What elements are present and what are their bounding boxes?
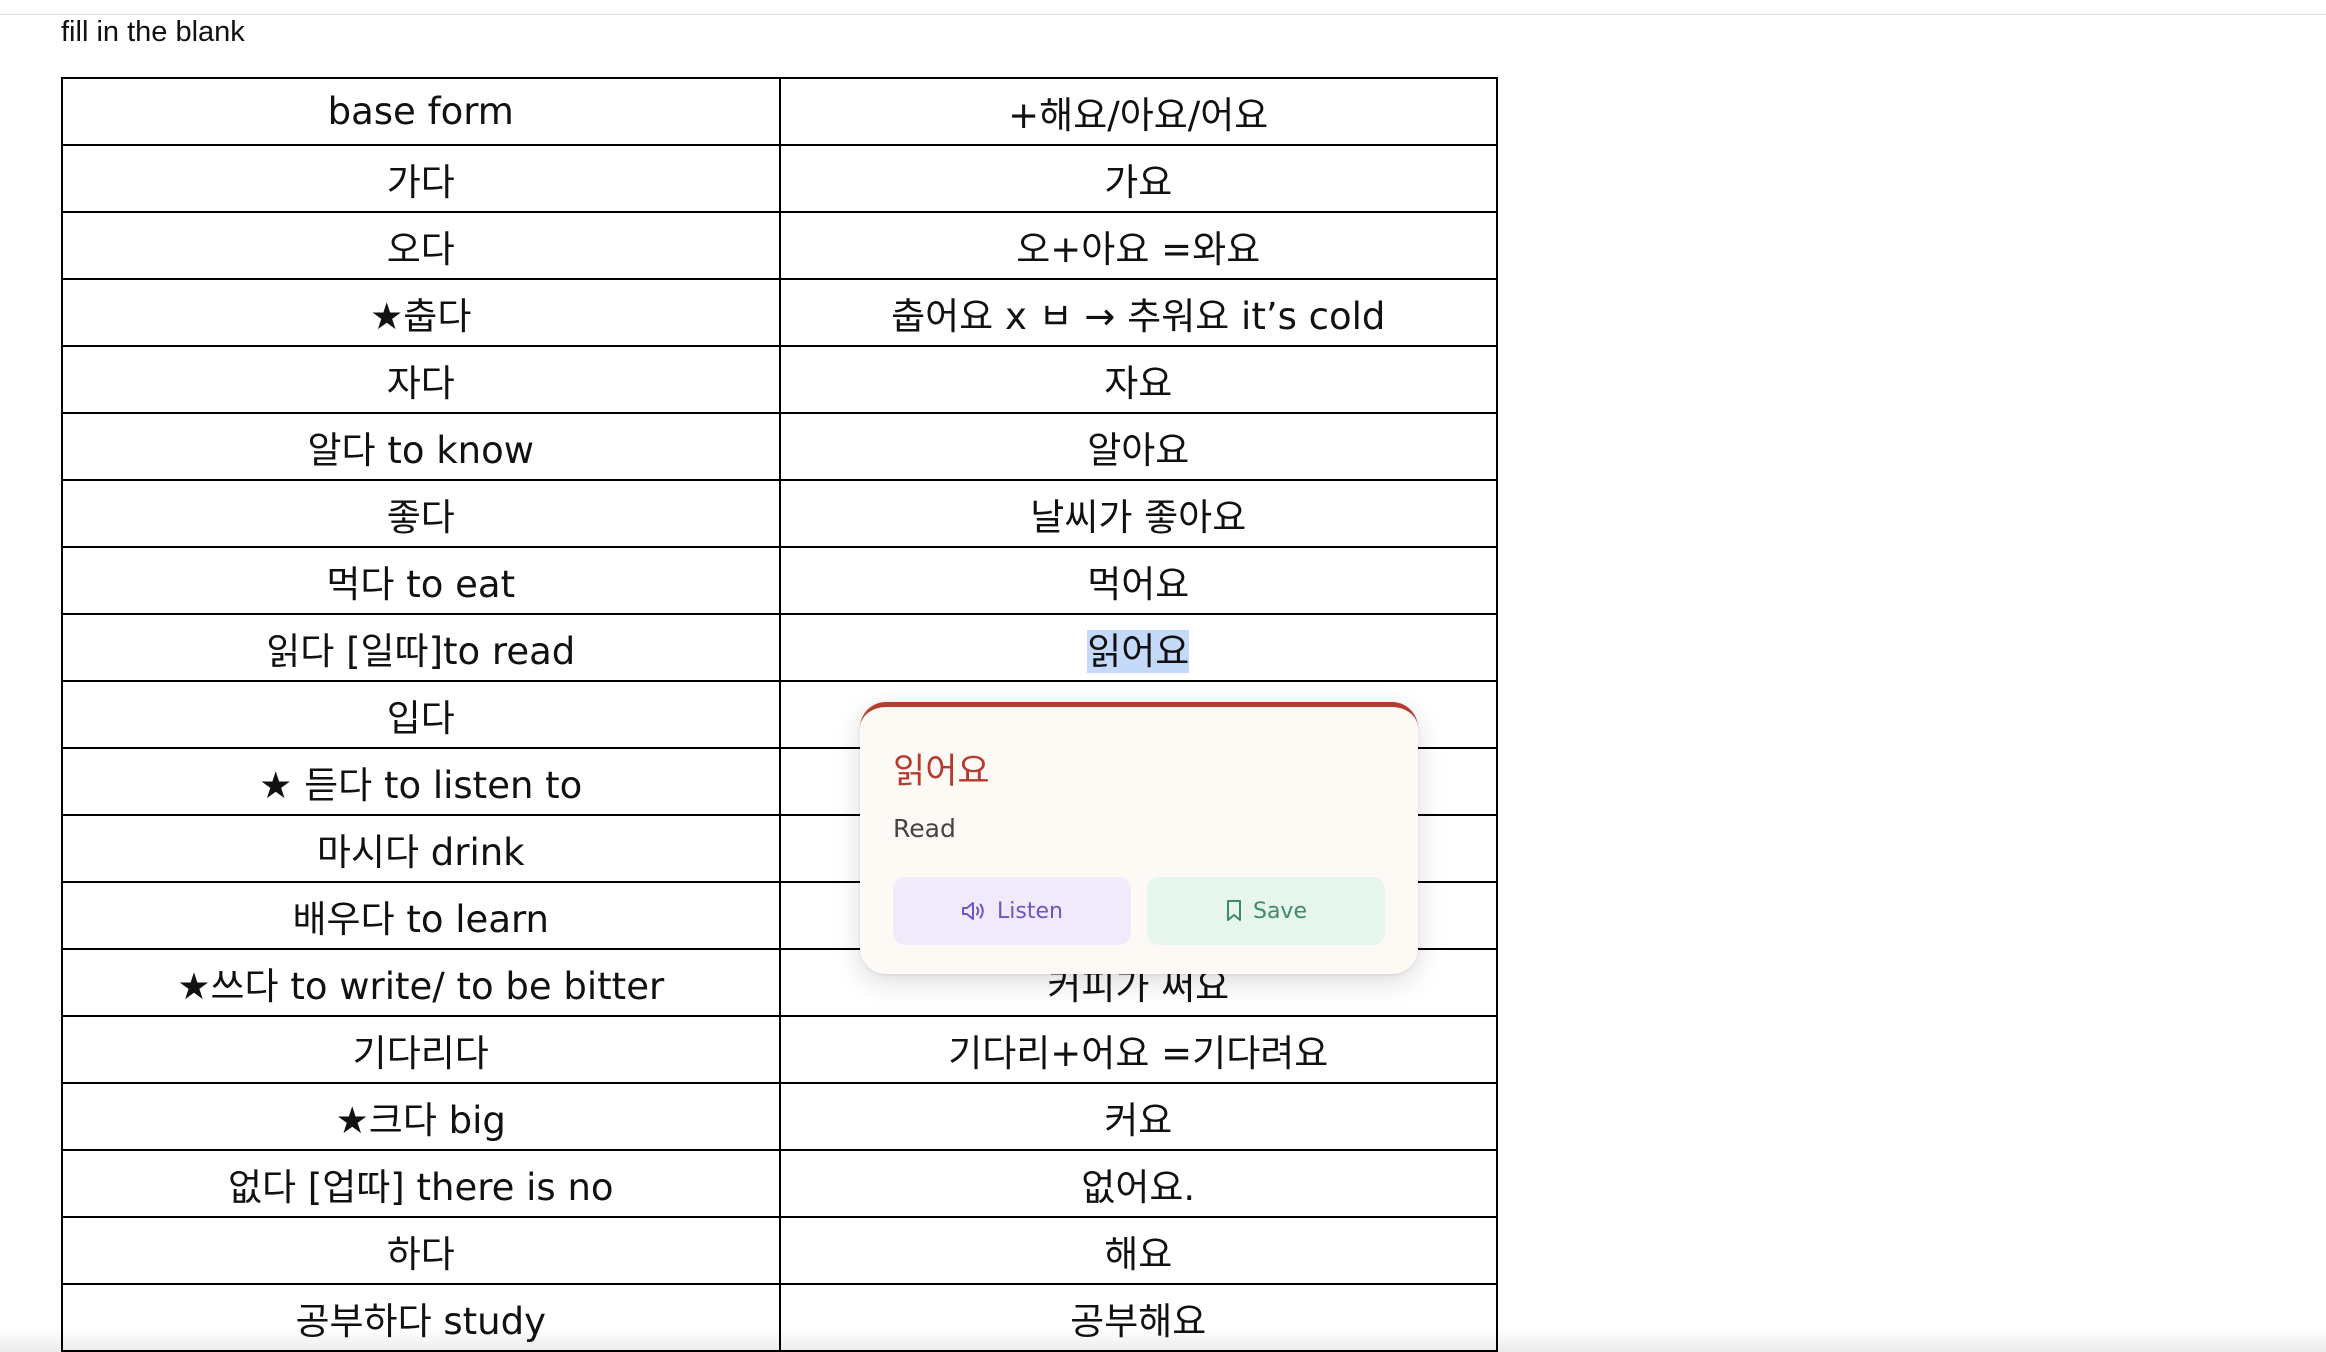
selected-text[interactable]: 읽어요 xyxy=(1087,629,1190,673)
table-cell-base: 하다 xyxy=(61,1216,781,1285)
table-row: 공부하다 study 공부해요 xyxy=(61,1283,1498,1352)
table-cell-base: 읽다 [일따]to read xyxy=(61,613,781,682)
speaker-icon xyxy=(962,902,984,920)
table-row: 가다 가요 xyxy=(61,144,1498,213)
popup-word: 읽어요 xyxy=(893,752,990,792)
table-cell-conjugated: 없어요. xyxy=(778,1149,1498,1218)
table-cell-base: 오다 xyxy=(61,211,781,280)
table-row: ★춥다 춥어요 x ㅂ → 추워요 it’s cold xyxy=(61,278,1498,347)
table-row: 기다리다 기다리+어요 =기다려요 xyxy=(61,1015,1498,1084)
table-row: 하다 해요 xyxy=(61,1216,1498,1285)
table-cell-conjugated: 가요 xyxy=(778,144,1498,213)
table-cell-base: 마시다 drink xyxy=(61,814,781,883)
table-cell-conjugated: 기다리+어요 =기다려요 xyxy=(778,1015,1498,1084)
table-cell-base: base form xyxy=(61,77,781,146)
table-row: 좋다 날씨가 좋아요 xyxy=(61,479,1498,548)
bookmark-icon xyxy=(1226,900,1241,921)
table-cell-base: 공부하다 study xyxy=(61,1283,781,1352)
listen-button[interactable]: Listen xyxy=(893,877,1131,945)
table-cell-base: 알다 to know xyxy=(61,412,781,481)
table-cell-conjugated: +해요/아요/어요 xyxy=(778,77,1498,146)
table-cell-conjugated: 날씨가 좋아요 xyxy=(778,479,1498,548)
table-row: 없다 [업따] there is no 없어요. xyxy=(61,1149,1498,1218)
table-cell-conjugated[interactable]: 읽어요 xyxy=(778,613,1498,682)
table-row: 자다 자요 xyxy=(61,345,1498,414)
table-row: 먹다 to eat 먹어요 xyxy=(61,546,1498,615)
save-button[interactable]: Save xyxy=(1147,877,1385,945)
table-cell-base: 가다 xyxy=(61,144,781,213)
table-cell-base: 좋다 xyxy=(61,479,781,548)
instruction-text: fill in the blank xyxy=(61,16,245,48)
table-row: 오다 오+아요 =와요 xyxy=(61,211,1498,280)
table-cell-conjugated: 자요 xyxy=(778,345,1498,414)
table-cell-base: ★ 듣다 to listen to xyxy=(61,747,781,816)
table-cell-conjugated: 공부해요 xyxy=(778,1283,1498,1352)
table-cell-conjugated: 먹어요 xyxy=(778,546,1498,615)
listen-button-label: Listen xyxy=(997,898,1063,924)
table-cell-conjugated: 알아요 xyxy=(778,412,1498,481)
table-row: base form +해요/아요/어요 xyxy=(61,77,1498,146)
table-cell-conjugated: 커요 xyxy=(778,1082,1498,1151)
table-cell-base: 입다 xyxy=(61,680,781,749)
table-cell-base: ★크다 big xyxy=(61,1082,781,1151)
table-row: 읽다 [일따]to read 읽어요 xyxy=(61,613,1498,682)
table-cell-conjugated: 오+아요 =와요 xyxy=(778,211,1498,280)
table-cell-base: ★춥다 xyxy=(61,278,781,347)
table-cell-conjugated: 해요 xyxy=(778,1216,1498,1285)
table-row: ★크다 big 커요 xyxy=(61,1082,1498,1151)
table-cell-base: 먹다 to eat xyxy=(61,546,781,615)
table-row: 알다 to know 알아요 xyxy=(61,412,1498,481)
table-cell-conjugated: 춥어요 x ㅂ → 추워요 it’s cold xyxy=(778,278,1498,347)
save-button-label: Save xyxy=(1252,898,1307,924)
table-cell-base: 기다리다 xyxy=(61,1015,781,1084)
dictionary-popup: 읽어요 Read Listen Save xyxy=(860,702,1418,974)
popup-meaning: Read xyxy=(893,814,956,843)
table-cell-base: 없다 [업따] there is no xyxy=(61,1149,781,1218)
table-cell-base: 자다 xyxy=(61,345,781,414)
top-rule xyxy=(0,0,2326,15)
table-cell-base: ★쓰다 to write/ to be bitter xyxy=(61,948,781,1017)
table-cell-base: 배우다 to learn xyxy=(61,881,781,950)
